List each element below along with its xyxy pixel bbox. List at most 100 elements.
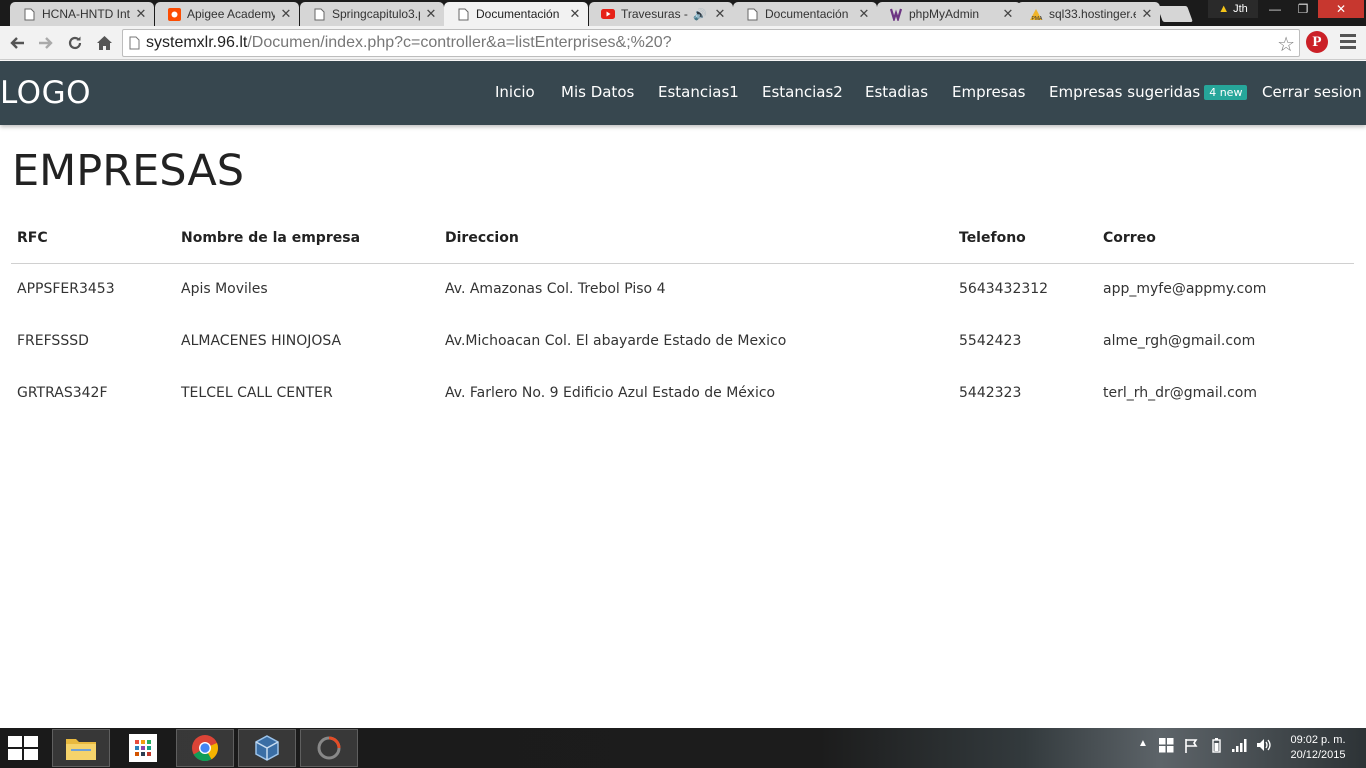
table-cell-name: TELCEL CALL CENTER: [181, 385, 333, 401]
site-logo[interactable]: LOGO: [0, 75, 91, 111]
clock-time: 09:02 p. m.: [1290, 734, 1346, 746]
nav-cerrar-sesion[interactable]: Cerrar sesion: [1262, 83, 1362, 101]
new-count-badge: 4 new: [1204, 85, 1248, 100]
chrome-icon[interactable]: [176, 729, 234, 767]
windows-taskbar: ▲ 09:02 p. m. 20/12/2015: [0, 728, 1366, 768]
browser-tab-title: HCNA-HNTD Intr: [42, 7, 130, 21]
table-cell-email: terl_rh_dr@gmail.com: [1103, 385, 1258, 401]
signal-icon[interactable]: [1232, 738, 1248, 755]
minimize-icon[interactable]: —: [1262, 0, 1288, 18]
browser-tab-title: Travesuras - M: [621, 7, 691, 21]
close-tab-icon[interactable]: ✕: [134, 6, 148, 22]
table-header-row: RFC Nombre de la empresa Direccion Telef…: [11, 212, 1354, 264]
menu-icon[interactable]: [1340, 34, 1356, 52]
windows-start-icon[interactable]: [8, 736, 40, 760]
page-title: EMPRESAS: [12, 146, 245, 196]
back-arrow-icon[interactable]: [5, 31, 29, 55]
table-cell-address: Av. Farlero No. 9 Edificio Azul Estado d…: [445, 385, 776, 401]
warning-icon: ▲: [1218, 3, 1230, 15]
column-header: Nombre de la empresa: [181, 230, 361, 246]
volume-icon[interactable]: [1256, 738, 1272, 755]
nav-estancias2[interactable]: Estancias2: [762, 83, 843, 101]
nav-empresas-sugeridas[interactable]: Empresas sugeridas 4 new: [1049, 83, 1248, 101]
page-icon: [22, 7, 36, 21]
close-tab-icon[interactable]: ✕: [1140, 6, 1154, 22]
browser-tab[interactable]: PMA sql33.hostinger.e ✕: [1017, 2, 1160, 26]
nav-empresas[interactable]: Empresas: [952, 83, 1026, 101]
table-cell-name: ALMACENES HINOJOSA: [181, 333, 342, 349]
file-explorer-icon[interactable]: [52, 729, 110, 767]
nav-estadias[interactable]: Estadias: [865, 83, 928, 101]
browser-tab-title: Apigee Academy: [187, 7, 275, 21]
enterprises-table: RFC Nombre de la empresa Direccion Telef…: [11, 212, 1354, 420]
table-cell-address: Av.Michoacan Col. El abayarde Estado de …: [445, 333, 787, 349]
forward-arrow-icon[interactable]: [34, 31, 58, 55]
battery-icon[interactable]: [1212, 738, 1221, 756]
table-cell-phone: 5643432312: [959, 281, 1049, 297]
column-header: Direccion: [445, 230, 519, 246]
table-cell-name: Apis Moviles: [181, 281, 268, 297]
store-apps-icon[interactable]: [114, 729, 172, 767]
address-bar[interactable]: systemxlr.96.lt/Documen/index.php?c=cont…: [122, 29, 1300, 57]
table-cell-address: Av. Amazonas Col. Trebol Piso 4: [445, 281, 666, 297]
apigee-icon: [167, 7, 181, 21]
youtube-icon: [601, 7, 615, 21]
nav-mis-datos[interactable]: Mis Datos: [561, 83, 634, 101]
system-clock[interactable]: 09:02 p. m. 20/12/2015: [1286, 733, 1350, 763]
nav-estancias1[interactable]: Estancias1: [658, 83, 739, 101]
close-tab-icon[interactable]: ✕: [279, 6, 293, 22]
browser-tab-title: sql33.hostinger.e: [1049, 7, 1136, 21]
nav-inicio[interactable]: Inicio: [495, 83, 535, 101]
show-hidden-icons-icon[interactable]: ▲: [1138, 738, 1148, 749]
column-header: Telefono: [959, 230, 1026, 246]
browser-tab[interactable]: Travesuras - M 🔊 ✕: [589, 2, 733, 26]
browser-toolbar: systemxlr.96.lt/Documen/index.php?c=cont…: [0, 26, 1366, 60]
column-header: Correo: [1103, 230, 1156, 246]
table-cell-email: alme_rgh@gmail.com: [1103, 333, 1256, 349]
bookmark-star-icon[interactable]: ☆: [1277, 32, 1295, 57]
app-loading-icon[interactable]: [300, 729, 358, 767]
flag-icon[interactable]: [1184, 738, 1198, 756]
column-header: RFC: [17, 230, 48, 246]
table-row: GRTRAS342F TELCEL CALL CENTER Av. Farler…: [11, 368, 1354, 420]
table-cell-rfc: GRTRAS342F: [17, 385, 108, 401]
table-cell-rfc: FREFSSSD: [17, 333, 89, 349]
close-tab-icon[interactable]: ✕: [1001, 6, 1015, 22]
svg-text:PMA: PMA: [1032, 16, 1044, 21]
close-window-icon[interactable]: ✕: [1318, 0, 1364, 18]
new-tab-button[interactable]: [1157, 6, 1193, 22]
table-cell-rfc: APPSFER3453: [17, 281, 115, 297]
table-cell-phone: 5442323: [959, 385, 1022, 401]
browser-tab-active[interactable]: Documentación ✕: [444, 2, 588, 26]
virtualbox-icon[interactable]: [238, 729, 296, 767]
browser-tab[interactable]: phpMyAdmin ✕: [877, 2, 1021, 26]
phpmyadmin-icon: [889, 7, 903, 21]
table-cell-email: app_myfe@appmy.com: [1103, 281, 1267, 297]
browser-tab[interactable]: HCNA-HNTD Intr ✕: [10, 2, 154, 26]
url-host: systemxlr.96.lt: [146, 34, 248, 51]
table-cell-phone: 5542423: [959, 333, 1022, 349]
speaker-icon: 🔊: [693, 8, 707, 21]
pinterest-icon[interactable]: P: [1306, 31, 1328, 53]
close-tab-icon[interactable]: ✕: [424, 6, 438, 22]
browser-tab[interactable]: Springcapitulo3.p ✕: [300, 2, 444, 26]
home-icon[interactable]: [92, 31, 116, 55]
network-windows-icon[interactable]: [1159, 738, 1174, 756]
close-tab-icon[interactable]: ✕: [857, 6, 871, 22]
page-icon: [745, 7, 759, 21]
browser-tab[interactable]: Documentación ✕: [733, 2, 877, 26]
page-info-icon[interactable]: [129, 36, 140, 50]
browser-tab[interactable]: Apigee Academy ✕: [155, 2, 299, 26]
nav-empresas-sugeridas-label: Empresas sugeridas: [1049, 83, 1201, 101]
page-icon: [312, 7, 326, 21]
profile-button[interactable]: ▲ Jth: [1208, 0, 1258, 18]
clock-date: 20/12/2015: [1290, 749, 1346, 761]
close-tab-icon[interactable]: ✕: [713, 6, 727, 22]
close-tab-icon[interactable]: ✕: [568, 6, 582, 22]
browser-tab-title: phpMyAdmin: [909, 7, 980, 21]
browser-tab-strip: HCNA-HNTD Intr ✕ Apigee Academy ✕ Spring…: [0, 0, 1366, 26]
maximize-icon[interactable]: ❐: [1290, 0, 1316, 18]
reload-icon[interactable]: [63, 31, 87, 55]
page-icon: [456, 7, 470, 21]
table-row: FREFSSSD ALMACENES HINOJOSA Av.Michoacan…: [11, 316, 1354, 368]
